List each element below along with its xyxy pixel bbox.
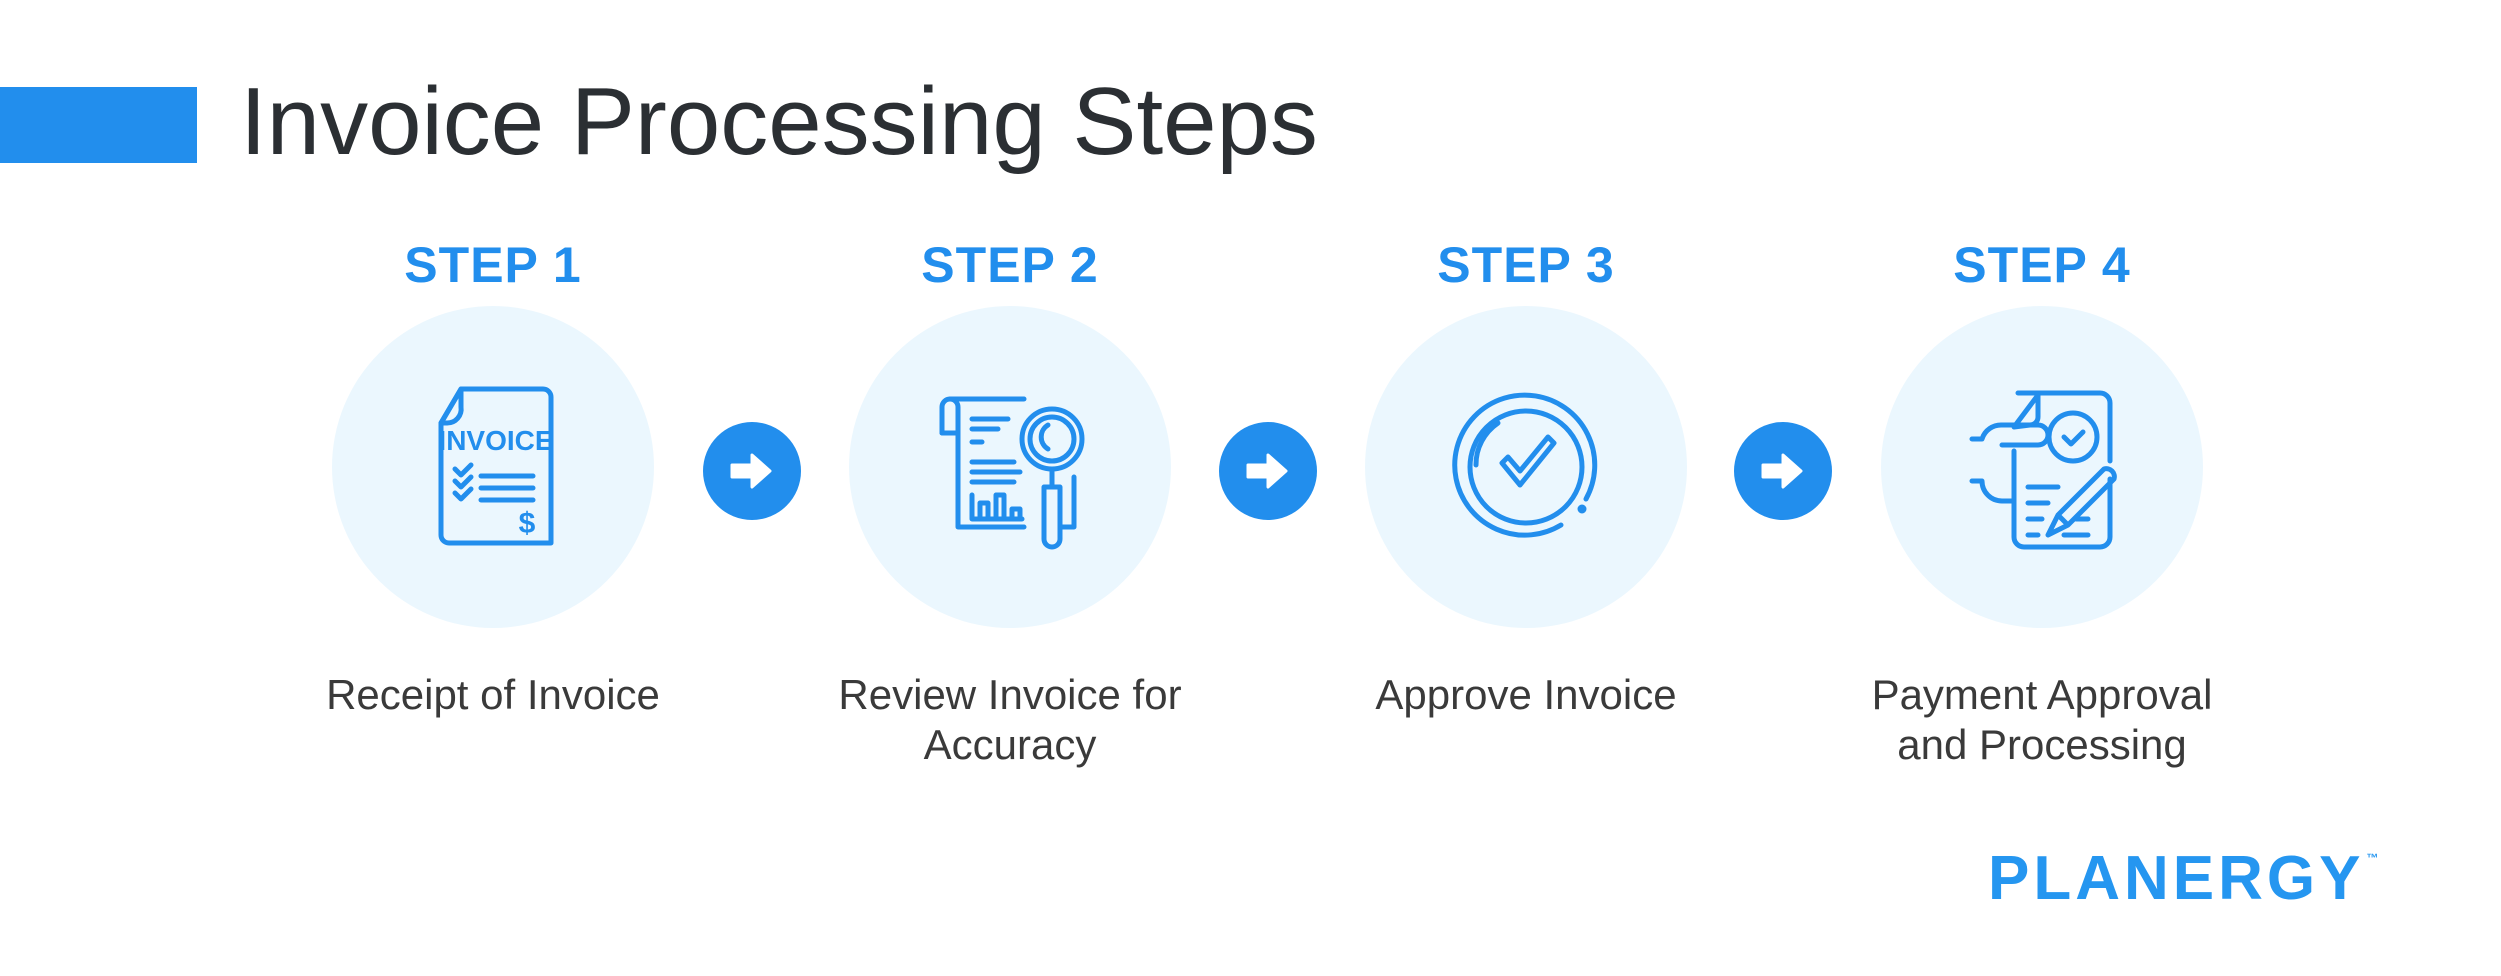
step-2: STEP 2 Review Invoice for Accuracy — [800, 240, 1220, 770]
step-label: STEP 4 — [1953, 237, 2131, 293]
step-label: STEP 2 — [921, 237, 1099, 293]
step-1: STEP 1 INVOICE $ Receipt of Invoice — [283, 240, 703, 720]
arrow-glyph — [1761, 453, 1803, 489]
svg-text:$: $ — [519, 507, 536, 540]
invoice-document-icon: INVOICE $ — [438, 386, 554, 546]
page-title: Invoice Processing Steps — [240, 68, 1318, 175]
arrow-right-icon — [703, 422, 801, 520]
logo-text: PLANERGY — [1988, 844, 2365, 913]
arrow-glyph — [1246, 453, 1288, 489]
step-icon-circle — [849, 306, 1171, 628]
step-label: STEP 3 — [1437, 237, 1615, 293]
step-3: STEP 3 Approve Invoice — [1316, 240, 1736, 720]
arrow-glyph — [730, 453, 772, 489]
step-4: STEP 4 Payment Approval and Processing — [1832, 240, 2252, 770]
check-circle-icon — [1452, 392, 1598, 538]
document-magnifier-icon — [939, 396, 1085, 550]
step-caption: Payment Approval and Processing — [1871, 671, 2213, 768]
svg-text:INVOICE: INVOICE — [438, 425, 553, 456]
step-label: STEP 1 — [404, 237, 582, 293]
step-icon-circle: INVOICE $ — [332, 306, 654, 628]
title-accent-bar — [0, 87, 197, 163]
step-caption: Review Invoice for Accuracy — [838, 671, 1182, 768]
planergy-logo: PLANERGY ™ — [1988, 848, 2378, 910]
step-caption: Receipt of Invoice — [326, 671, 660, 718]
trademark-symbol: ™ — [2366, 851, 2379, 865]
arrow-right-icon — [1219, 422, 1317, 520]
step-icon-circle — [1881, 306, 2203, 628]
step-icon-circle — [1365, 306, 1687, 628]
arrow-right-icon — [1734, 422, 1832, 520]
signed-document-hand-icon — [1969, 390, 2117, 550]
step-caption: Approve Invoice — [1375, 671, 1677, 718]
